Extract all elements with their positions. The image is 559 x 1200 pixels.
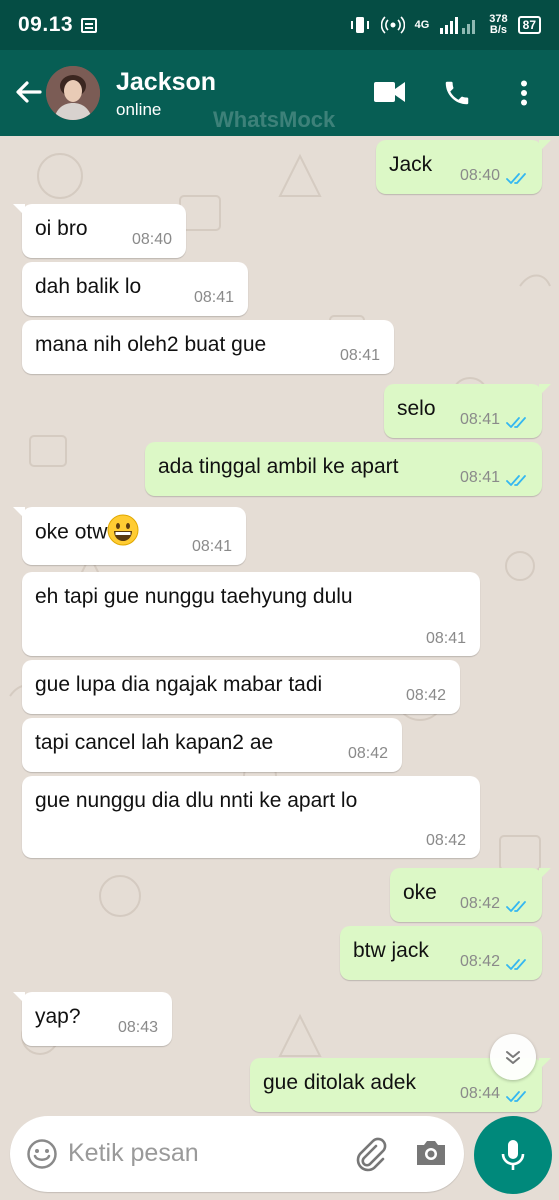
message-time: 08:44 [459,1085,500,1102]
notification-message-icon [81,17,98,33]
status-time: 09.13 [18,13,74,36]
scroll-to-bottom-button[interactable] [490,1034,536,1080]
mic-icon [501,1140,525,1170]
camera-icon[interactable] [414,1138,448,1168]
chat-header: Jackson online WhatsMock [0,50,559,136]
message-text: oi bro [35,217,88,240]
incoming-message[interactable]: tapi cancel lah kapan2 ae 08:42 [22,718,402,772]
message-input[interactable]: Ketik pesan [68,1139,199,1168]
message-text: selo [397,397,436,420]
message-time: 08:40 [459,167,500,184]
outgoing-message[interactable]: btw jack 08:42 [340,926,542,980]
emoji-icon[interactable] [26,1138,58,1170]
double-check-icon [506,954,530,970]
message-text: tapi cancel lah kapan2 ae [35,731,274,754]
chat-area[interactable]: Jack 08:40 oi bro 08:40 dah balik lo 08:41 man… [0,136,559,1114]
double-check-icon [506,1086,530,1102]
outgoing-message[interactable]: selo 08:41 [384,384,551,438]
message-text: mana nih oleh2 buat gue [35,333,267,356]
message-text: oke [403,881,437,904]
more-vert-icon[interactable] [518,80,530,106]
message-time: 08:42 [347,745,388,762]
message-time: 08:41 [193,289,234,306]
double-check-icon [506,412,530,428]
contact-status: online [116,100,162,119]
phone-icon[interactable] [442,78,472,108]
message-time: 08:42 [459,953,500,970]
incoming-message[interactable]: gue lupa dia ngajak mabar tadi 08:42 [22,660,460,714]
outgoing-message[interactable]: oke 08:42 [390,868,551,922]
outgoing-message[interactable]: ada tinggal ambil ke apart 08:41 [145,442,542,496]
message-text: yap? [35,1005,81,1028]
incoming-message[interactable]: mana nih oleh2 buat gue 08:41 [22,320,394,374]
incoming-message[interactable]: eh tapi gue nunggu taehyung dulu 08:41 [22,572,480,656]
chevron-down-icon [506,1051,520,1064]
message-text: ada tinggal ambil ke apart [158,455,399,478]
back-arrow-icon[interactable] [12,76,44,108]
contact-name[interactable]: Jackson [116,68,216,97]
incoming-message[interactable]: oke otw 08:41 [13,507,246,565]
incoming-message[interactable]: dah balik lo 08:41 [22,262,248,316]
message-text: gue nunggu dia dlu nnti ke apart lo [35,789,358,812]
message-time: 08:41 [459,469,500,486]
battery-indicator: 87 [517,16,541,34]
incoming-message[interactable]: yap? 08:43 [13,992,172,1046]
message-time: 08:43 [117,1019,158,1036]
double-check-icon [506,896,530,912]
grinning-face-emoji [107,514,139,546]
message-text: dah balik lo [35,275,142,298]
message-time: 08:40 [131,231,172,248]
video-call-icon[interactable] [374,80,406,104]
avatar-photo [46,66,100,120]
hotspot-icon [380,16,405,34]
voice-record-button[interactable] [474,1116,552,1194]
incoming-message[interactable]: gue nunggu dia dlu nnti ke apart lo 08:42 [22,776,480,858]
message-time: 08:41 [459,411,500,428]
vibrate-icon [350,17,369,33]
message-time: 08:41 [339,347,380,364]
message-time: 08:42 [425,832,466,849]
message-input-box[interactable]: Ketik pesan [10,1116,464,1192]
message-time: 08:42 [459,895,500,912]
message-text: eh tapi gue nunggu taehyung dulu [35,585,353,608]
network-speed: 378 B/s [489,13,508,36]
message-text: gue ditolak adek [263,1071,416,1094]
outgoing-message[interactable]: Jack 08:40 [376,140,551,194]
double-check-icon [506,168,530,184]
attach-icon[interactable] [352,1136,388,1172]
message-text: gue lupa dia ngajak mabar tadi [35,673,323,696]
message-time: 08:41 [191,538,232,555]
avatar[interactable] [46,66,100,120]
watermark: WhatsMock [213,107,336,132]
double-check-icon [506,470,530,486]
incoming-message[interactable]: oi bro 08:40 [13,204,186,258]
message-text: btw jack [353,939,429,962]
message-time: 08:41 [425,630,466,647]
message-text: oke otw [35,514,139,546]
signal-icon [440,17,476,34]
network-type: 4G [414,19,430,31]
message-text: Jack [389,153,433,176]
status-indicators: 4G 378 B/s 87 [349,14,541,36]
status-bar: 09.13 4G 378 B/s 87 [0,0,559,50]
message-time: 08:42 [405,687,446,704]
